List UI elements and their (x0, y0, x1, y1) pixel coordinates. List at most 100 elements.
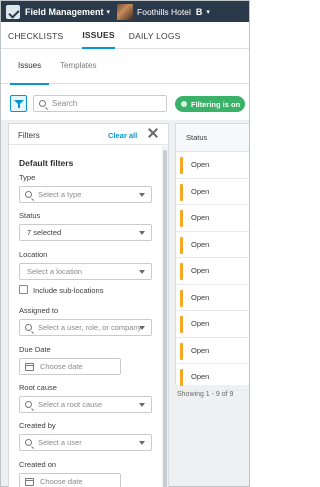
chevron-down-icon (139, 270, 145, 274)
search-input[interactable]: Search (33, 95, 167, 112)
location-placeholder: Select a location (27, 267, 83, 276)
status-cell: Open (191, 239, 210, 249)
status-cell: Open (191, 372, 210, 382)
status-cell: Open (191, 186, 210, 196)
type-select[interactable]: Select a type (19, 186, 152, 203)
status-indicator (180, 369, 183, 386)
status-select[interactable]: 7 selected (19, 224, 152, 241)
tab-issues[interactable]: ISSUES (82, 22, 115, 49)
table-row[interactable]: Open (176, 152, 249, 179)
search-icon (25, 324, 32, 331)
include-sub-locations-label[interactable]: Include sub-locations (33, 286, 103, 295)
status-cell: Open (191, 266, 210, 276)
filters-scrollbar[interactable] (162, 146, 168, 487)
app-logo-icon[interactable] (6, 4, 20, 19)
table-row[interactable]: Open (176, 179, 249, 205)
due-date-label: Due Date (19, 345, 51, 354)
status-indicator (180, 210, 183, 227)
assigned-to-select[interactable]: Select a user, role, or company (19, 319, 152, 336)
include-sub-locations-checkbox[interactable] (19, 285, 28, 294)
chevron-down-icon (139, 231, 145, 235)
chevron-down-icon[interactable]: ▾ (107, 8, 111, 16)
search-icon (39, 100, 46, 107)
filters-panel: Filters Clear all Default filters Type S… (8, 123, 169, 487)
status-cell: Open (191, 160, 210, 170)
status-indicator (180, 236, 183, 254)
created-on-picker[interactable]: Choose date (19, 473, 121, 487)
table-row[interactable]: Open (176, 364, 249, 391)
created-by-select[interactable]: Select a user (19, 434, 152, 451)
table-row[interactable]: Open (176, 311, 249, 338)
status-indicator (180, 342, 183, 360)
default-filters-heading: Default filters (19, 158, 74, 168)
issues-toolbar: Search Filtering is on (1, 84, 249, 120)
table-row[interactable]: Open (176, 285, 249, 311)
root-cause-label: Root cause (19, 383, 57, 392)
status-cell: Open (191, 292, 210, 302)
app-name[interactable]: Field Management (25, 7, 104, 17)
search-icon (25, 191, 32, 198)
tab-checklists[interactable]: CHECKLISTS (8, 22, 63, 49)
status-cell: Open (191, 213, 210, 223)
status-column-header[interactable]: Status (176, 124, 249, 152)
chevron-down-icon (139, 193, 145, 197)
close-icon[interactable] (148, 128, 158, 138)
chevron-down-icon[interactable]: ▾ (206, 8, 210, 16)
table-row[interactable]: Open (176, 338, 249, 364)
status-label: Status (19, 211, 41, 220)
scrollbar-thumb[interactable] (163, 150, 167, 487)
created-on-placeholder: Choose date (40, 477, 83, 486)
eye-icon (181, 101, 187, 107)
table-row[interactable]: Open (176, 205, 249, 232)
filter-toggle-button[interactable] (10, 95, 27, 112)
issues-list: Status Open Open Open Open Open Open Open Open O… (175, 123, 249, 391)
issues-rows: Open Open Open Open Open Open Open Open Open (176, 152, 249, 391)
brand-letter: B (195, 6, 203, 17)
type-placeholder: Select a type (38, 190, 82, 199)
table-row[interactable]: Open (176, 258, 249, 285)
due-date-placeholder: Choose date (40, 362, 83, 371)
table-row[interactable]: Open (176, 232, 249, 258)
status-indicator (180, 263, 183, 280)
status-indicator (180, 183, 183, 201)
location-label: Location (19, 250, 48, 259)
search-icon (25, 439, 32, 446)
chevron-down-icon (139, 326, 145, 330)
due-date-picker[interactable]: Choose date (19, 358, 121, 375)
module-tabs: CHECKLISTS ISSUES DAILY LOGS (1, 22, 249, 49)
status-indicator (180, 157, 183, 174)
clear-all-link[interactable]: Clear all (108, 131, 137, 140)
filters-title: Filters (18, 131, 40, 140)
funnel-icon (13, 100, 24, 108)
pagination-summary: Showing 1 - 9 of 9 (177, 391, 234, 398)
search-placeholder: Search (52, 99, 78, 108)
search-icon (25, 401, 32, 408)
assigned-to-label: Assigned to (19, 306, 59, 315)
subtab-issues[interactable]: Issues (9, 61, 50, 85)
root-cause-placeholder: Select a root cause (38, 400, 103, 409)
sub-tabs: Issues Templates (1, 49, 249, 85)
top-bar: Field Management ▾ Foothills Hotel B ▾ (1, 1, 249, 22)
root-cause-select[interactable]: Select a root cause (19, 396, 152, 413)
created-by-label: Created by (19, 421, 56, 430)
filtering-status-badge[interactable]: Filtering is on (175, 96, 245, 112)
filters-panel-header: Filters Clear all (9, 124, 168, 145)
filtering-status-text: Filtering is on (191, 99, 241, 109)
created-by-placeholder: Select a user (38, 438, 82, 447)
chevron-down-icon (139, 441, 145, 445)
status-cell: Open (191, 345, 210, 355)
status-cell: Open (191, 319, 210, 329)
status-value: 7 selected (27, 228, 62, 237)
status-indicator (180, 316, 183, 333)
assigned-to-placeholder: Select a user, role, or company (38, 323, 142, 332)
calendar-icon (25, 362, 34, 371)
type-label: Type (19, 173, 36, 182)
calendar-icon (25, 477, 34, 486)
status-indicator (180, 289, 183, 307)
chevron-down-icon (139, 403, 145, 407)
project-name[interactable]: Foothills Hotel (137, 7, 191, 17)
subtab-templates[interactable]: Templates (60, 61, 96, 70)
location-select[interactable]: Select a location (19, 263, 152, 280)
tab-daily-logs[interactable]: DAILY LOGS (129, 22, 181, 49)
project-thumbnail[interactable] (117, 3, 134, 20)
